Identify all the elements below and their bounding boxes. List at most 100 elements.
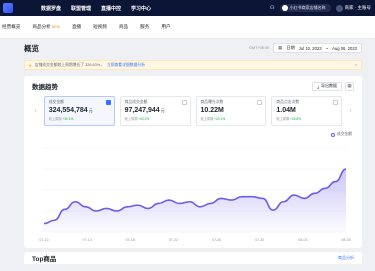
delta-value: +23.8% (290, 117, 301, 121)
delta-label: 较上周期 (48, 117, 62, 121)
trend-title: 数据趋势 (32, 84, 58, 91)
metric-delta: 较上周期 +30.1% (49, 116, 110, 121)
subnav-item[interactable]: 商品 (119, 24, 128, 30)
metric-value: 324,554,784元 (49, 107, 110, 114)
chart-legend: 成交金额 (24, 128, 362, 141)
date-label: 日期 (286, 45, 295, 50)
subnav-item[interactable]: 短视频 (93, 24, 107, 30)
metric-value: 97,247,944元 (125, 107, 186, 114)
subnav-item[interactable]: 用户 (161, 24, 170, 30)
subnav-item-with-badge[interactable]: 商品分析NEW (32, 24, 60, 30)
metric-label: 商品成交金额 (124, 100, 148, 104)
metric-value: 10.22M (201, 107, 262, 114)
top-products-title: Top商品 (32, 256, 57, 263)
metric-checkbox[interactable] (105, 100, 111, 105)
metric-number: 1.04M (276, 107, 296, 114)
trend-chart: 07-10 07-14 07-18 07-22 07-26 07-30 08-03 08-06 (39, 147, 351, 242)
x-tick-label: 07-22 (169, 238, 178, 242)
export-button[interactable]: ⤓ 导出数据 (312, 81, 342, 91)
metric-delta: 较上周期 +20.1% (201, 116, 262, 121)
delta-label: 较上周期 (124, 117, 138, 121)
metric-card[interactable]: 商品曝光次数 10.22M 较上周期 +20.1% (195, 96, 267, 126)
chevron-left-icon[interactable]: ‹ (32, 108, 39, 115)
top-products-header: Top商品 商品分析 (24, 252, 362, 264)
x-tick-label: 07-14 (83, 238, 92, 242)
metric-label: 商品曝光次数 (200, 100, 224, 104)
x-tick-label: 07-10 (39, 238, 48, 242)
metric-checkbox[interactable] (257, 100, 263, 105)
delta-value: +20.1% (214, 117, 226, 121)
metric-label: 商品点击次数 (276, 100, 300, 104)
product-analysis-link[interactable]: 商品分析 (338, 255, 354, 261)
user-menu[interactable]: 商家 · 主账号 (335, 4, 372, 12)
subnav-label: 商品分析 (32, 24, 51, 29)
shop-switcher[interactable]: 小红书商家店铺名称 (279, 4, 331, 12)
page-title: 概览 (24, 43, 39, 53)
calendar-icon: ▦ (347, 83, 352, 88)
alert-link[interactable]: 立即查看详细数据分析 (107, 63, 145, 68)
metric-number: 97,247,944 (124, 107, 160, 114)
x-tick-label: 08-06 (341, 238, 350, 242)
warning-icon: ● (29, 62, 32, 68)
date-separator: ~ (325, 45, 329, 51)
shop-name: 小红书商家店铺名称 (289, 5, 326, 10)
subnav-item[interactable]: 服务 (140, 24, 149, 30)
top-right-area: ☊ 小红书商家店铺名称 商家 · 主账号 (270, 4, 371, 12)
trend-panel-header: 数据趋势 ⤓ 导出数据 ▦ (24, 76, 362, 96)
delta-value: +30.1% (62, 117, 74, 121)
legend-marker (330, 132, 335, 137)
metric-checkbox[interactable] (333, 100, 339, 105)
app-logo[interactable] (3, 3, 13, 13)
metric-number: 10.22M (200, 107, 224, 114)
metric-card[interactable]: 商品成交金额 97,247,944元 较上周期 +43.2% (119, 96, 191, 126)
delta-label: 较上周期 (276, 117, 290, 121)
metric-card[interactable]: 商品点击次数 1.04M 较上周期 +23.8% (271, 96, 343, 126)
user-name: 商家 · 主账号 (344, 5, 372, 10)
download-icon: ⤓ (317, 83, 319, 89)
trend-panel: 数据趋势 ⤓ 导出数据 ▦ ‹ 成交金额 324,554,784元 较上周期 +… (24, 76, 362, 248)
x-tick-label: 07-30 (255, 238, 264, 242)
top-nav-item[interactable]: 数据罗盘 (41, 5, 61, 12)
delta-label: 较上周期 (200, 117, 214, 121)
calendar-icon: ▦ (278, 45, 283, 50)
new-badge: NEW (51, 25, 60, 29)
metric-cards: ‹ 成交金额 324,554,784元 较上周期 +30.1% 商品成交金额 9… (24, 96, 362, 126)
metric-unit: 元 (160, 109, 165, 113)
export-label: 导出数据 (321, 83, 337, 88)
subnav-item[interactable]: 直播 (72, 24, 81, 30)
headset-icon[interactable]: ☊ (270, 5, 274, 11)
shop-avatar (281, 5, 288, 11)
top-nav-item[interactable]: 直播中控 (101, 5, 121, 12)
alert-text: 店铺成交金额较上周期增长了 326.63%， (34, 62, 104, 67)
sub-navigation: 经营概览 商品分析NEW 直播 短视频 商品 服务 用户 (0, 16, 375, 39)
metric-value: 1.04M (276, 107, 337, 114)
x-tick-label: 07-18 (126, 238, 135, 242)
main-content: 概览 GMT+08:00 ▦ 日期 Jul 10, 2023 ~ Aug 06,… (24, 39, 362, 264)
x-tick-label: 08-03 (298, 238, 307, 242)
top-nav-menu: 数据罗盘 联盟管理 直播中控 学习中心 (41, 5, 151, 12)
metric-delta: 较上周期 +23.8% (276, 116, 337, 121)
x-tick-label: 07-26 (212, 238, 221, 242)
metric-label: 成交金额 (48, 100, 64, 104)
date-range-picker[interactable]: ▦ 日期 Jul 10, 2023 ~ Aug 06, 2023 (273, 43, 362, 53)
metric-checkbox[interactable] (181, 100, 187, 105)
date-start: Jul 10, 2023 (298, 45, 322, 51)
close-icon[interactable]: × (355, 63, 357, 67)
metric-number: 324,554,784 (48, 107, 88, 114)
top-nav-item[interactable]: 学习中心 (131, 5, 151, 12)
timezone-label: GMT+08:00 (248, 46, 270, 50)
chart-area (44, 169, 346, 232)
metric-delta: 较上周期 +43.2% (125, 116, 186, 121)
legend-label: 成交金额 (336, 132, 352, 136)
subnav-item[interactable]: 经营概览 (2, 24, 20, 30)
top-nav-item[interactable]: 联盟管理 (71, 5, 91, 12)
avatar (335, 4, 343, 12)
date-end: Aug 06, 2023 (332, 45, 357, 51)
top-navigation-bar: 数据罗盘 联盟管理 直播中控 学习中心 ☊ 小红书商家店铺名称 商家 · 主账号 (0, 0, 375, 16)
page-header: 概览 GMT+08:00 ▦ 日期 Jul 10, 2023 ~ Aug 06,… (24, 39, 362, 57)
alert-banner: ● 店铺成交金额较上周期增长了 326.63%， 立即查看详细数据分析 × (24, 60, 362, 70)
metric-unit: 元 (88, 109, 93, 113)
metric-card[interactable]: 成交金额 324,554,784元 较上周期 +30.1% (43, 96, 115, 126)
calendar-button[interactable]: ▦ (345, 81, 354, 91)
chevron-right-icon[interactable]: › (347, 108, 354, 115)
